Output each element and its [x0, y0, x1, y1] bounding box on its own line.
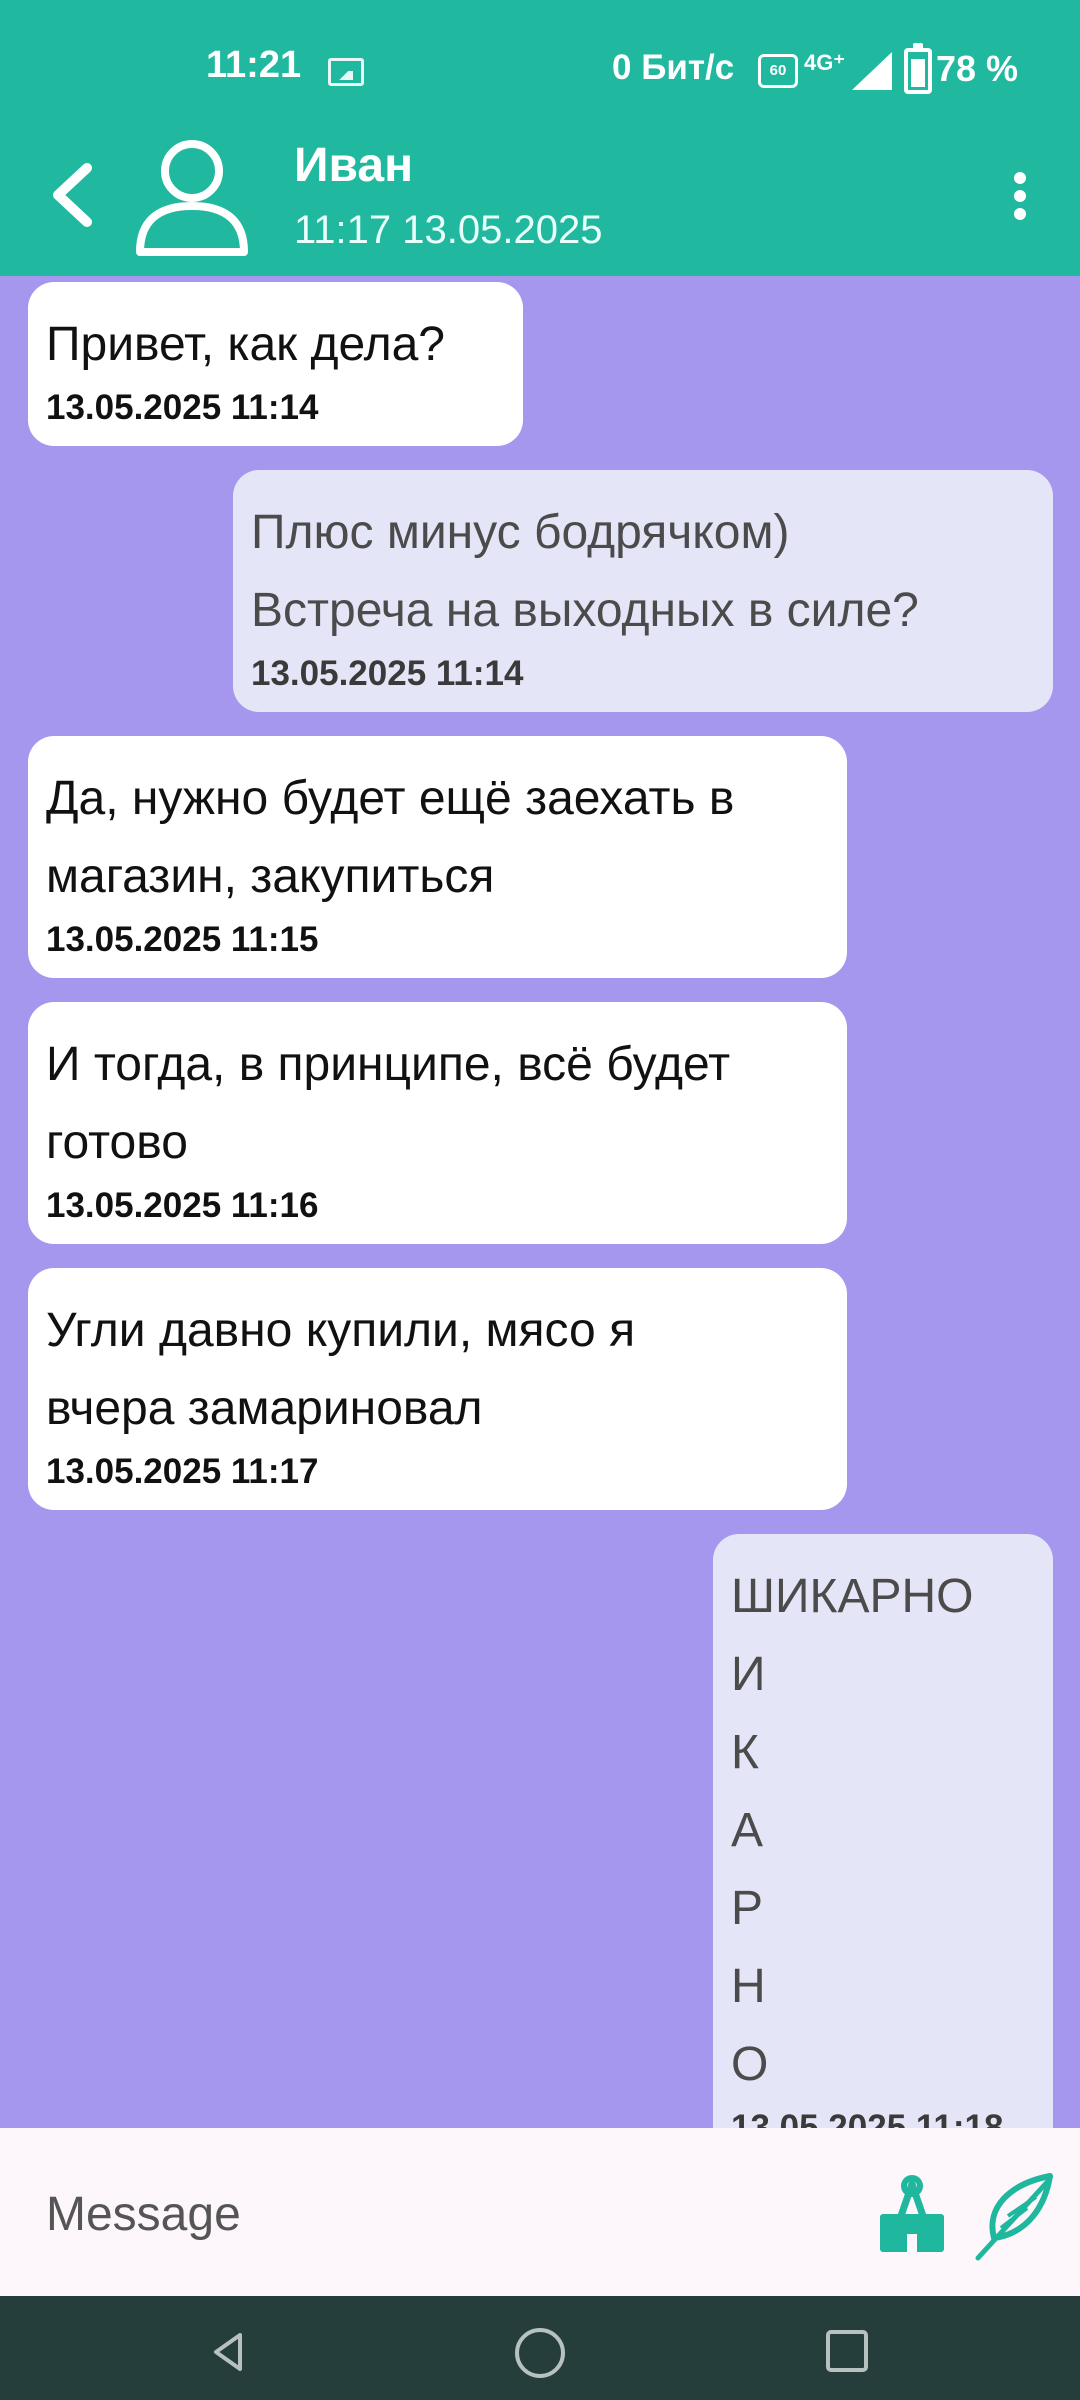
back-arrow-icon[interactable] [40, 150, 110, 240]
message-bubble[interactable]: Плюс минус бодрячком) Встреча на выходны… [233, 470, 1053, 712]
message-bubble[interactable]: И тогда, в принципе, всё будет готово 13… [28, 1002, 847, 1244]
last-seen: 11:17 13.05.2025 [294, 208, 603, 252]
refresh-rate-icon: 60 [758, 54, 798, 88]
system-navigation-bar [0, 2296, 1080, 2400]
message-text: И тогда, в принципе, всё будет готово [46, 1038, 731, 1169]
message-text: ШИКАРНО И К А Р Н О [731, 1570, 974, 2091]
chat-header: 11:21 0 Бит/с 60 4G⁺ 78 % Иван 11:17 13.… [0, 0, 1080, 276]
message-input[interactable] [44, 2183, 808, 2245]
message-text: Привет, как дела? [46, 318, 445, 371]
nav-back-icon[interactable] [206, 2328, 254, 2376]
status-bar: 11:21 0 Бит/с 60 4G⁺ 78 % [0, 0, 1080, 140]
contact-name: Иван [294, 139, 414, 192]
message-time: 13.05.2025 11:14 [46, 388, 319, 427]
nav-home-icon[interactable] [515, 2328, 565, 2378]
message-bubble[interactable]: Угли давно купили, мясо я вчера замарино… [28, 1268, 847, 1510]
paperclip-icon[interactable] [874, 2172, 950, 2256]
message-bubble[interactable]: Да, нужно будет ещё заехать в магазин, з… [28, 736, 847, 978]
message-text: Да, нужно будет ещё заехать в магазин, з… [46, 772, 735, 903]
signal-icon [852, 52, 892, 90]
network-type: 4G⁺ [804, 50, 845, 75]
status-time: 11:21 [206, 44, 302, 86]
user-icon[interactable] [132, 136, 252, 261]
battery-percent: 78 % [936, 48, 1019, 89]
message-time: 13.05.2025 11:15 [46, 920, 319, 959]
battery-icon [904, 43, 932, 94]
menu-dot [1014, 208, 1026, 220]
message-composer [0, 2128, 1080, 2296]
network-speed: 0 Бит/с [612, 48, 735, 87]
message-bubble[interactable]: ШИКАРНО И К А Р Н О 13.05.2025 11:18 [713, 1534, 1053, 2128]
more-vert-icon[interactable] [1004, 166, 1034, 226]
message-text: Плюс минус бодрячком) Встреча на выходны… [251, 506, 919, 637]
message-text: Угли давно купили, мясо я вчера замарино… [46, 1304, 636, 1435]
menu-dot [1014, 172, 1026, 184]
message-bubble[interactable]: Привет, как дела? 13.05.2025 11:14 [28, 282, 523, 446]
nav-recents-icon[interactable] [826, 2330, 868, 2372]
feather-icon[interactable] [970, 2172, 1056, 2262]
menu-dot [1014, 190, 1026, 202]
message-time: 13.05.2025 11:18 [731, 2108, 1004, 2128]
message-time: 13.05.2025 11:14 [251, 654, 524, 693]
message-list[interactable]: Привет, как дела? 13.05.2025 11:14 Плюс … [0, 276, 1080, 2128]
message-time: 13.05.2025 11:17 [46, 1452, 319, 1491]
image-notification-icon [328, 58, 364, 86]
message-time: 13.05.2025 11:16 [46, 1186, 319, 1225]
